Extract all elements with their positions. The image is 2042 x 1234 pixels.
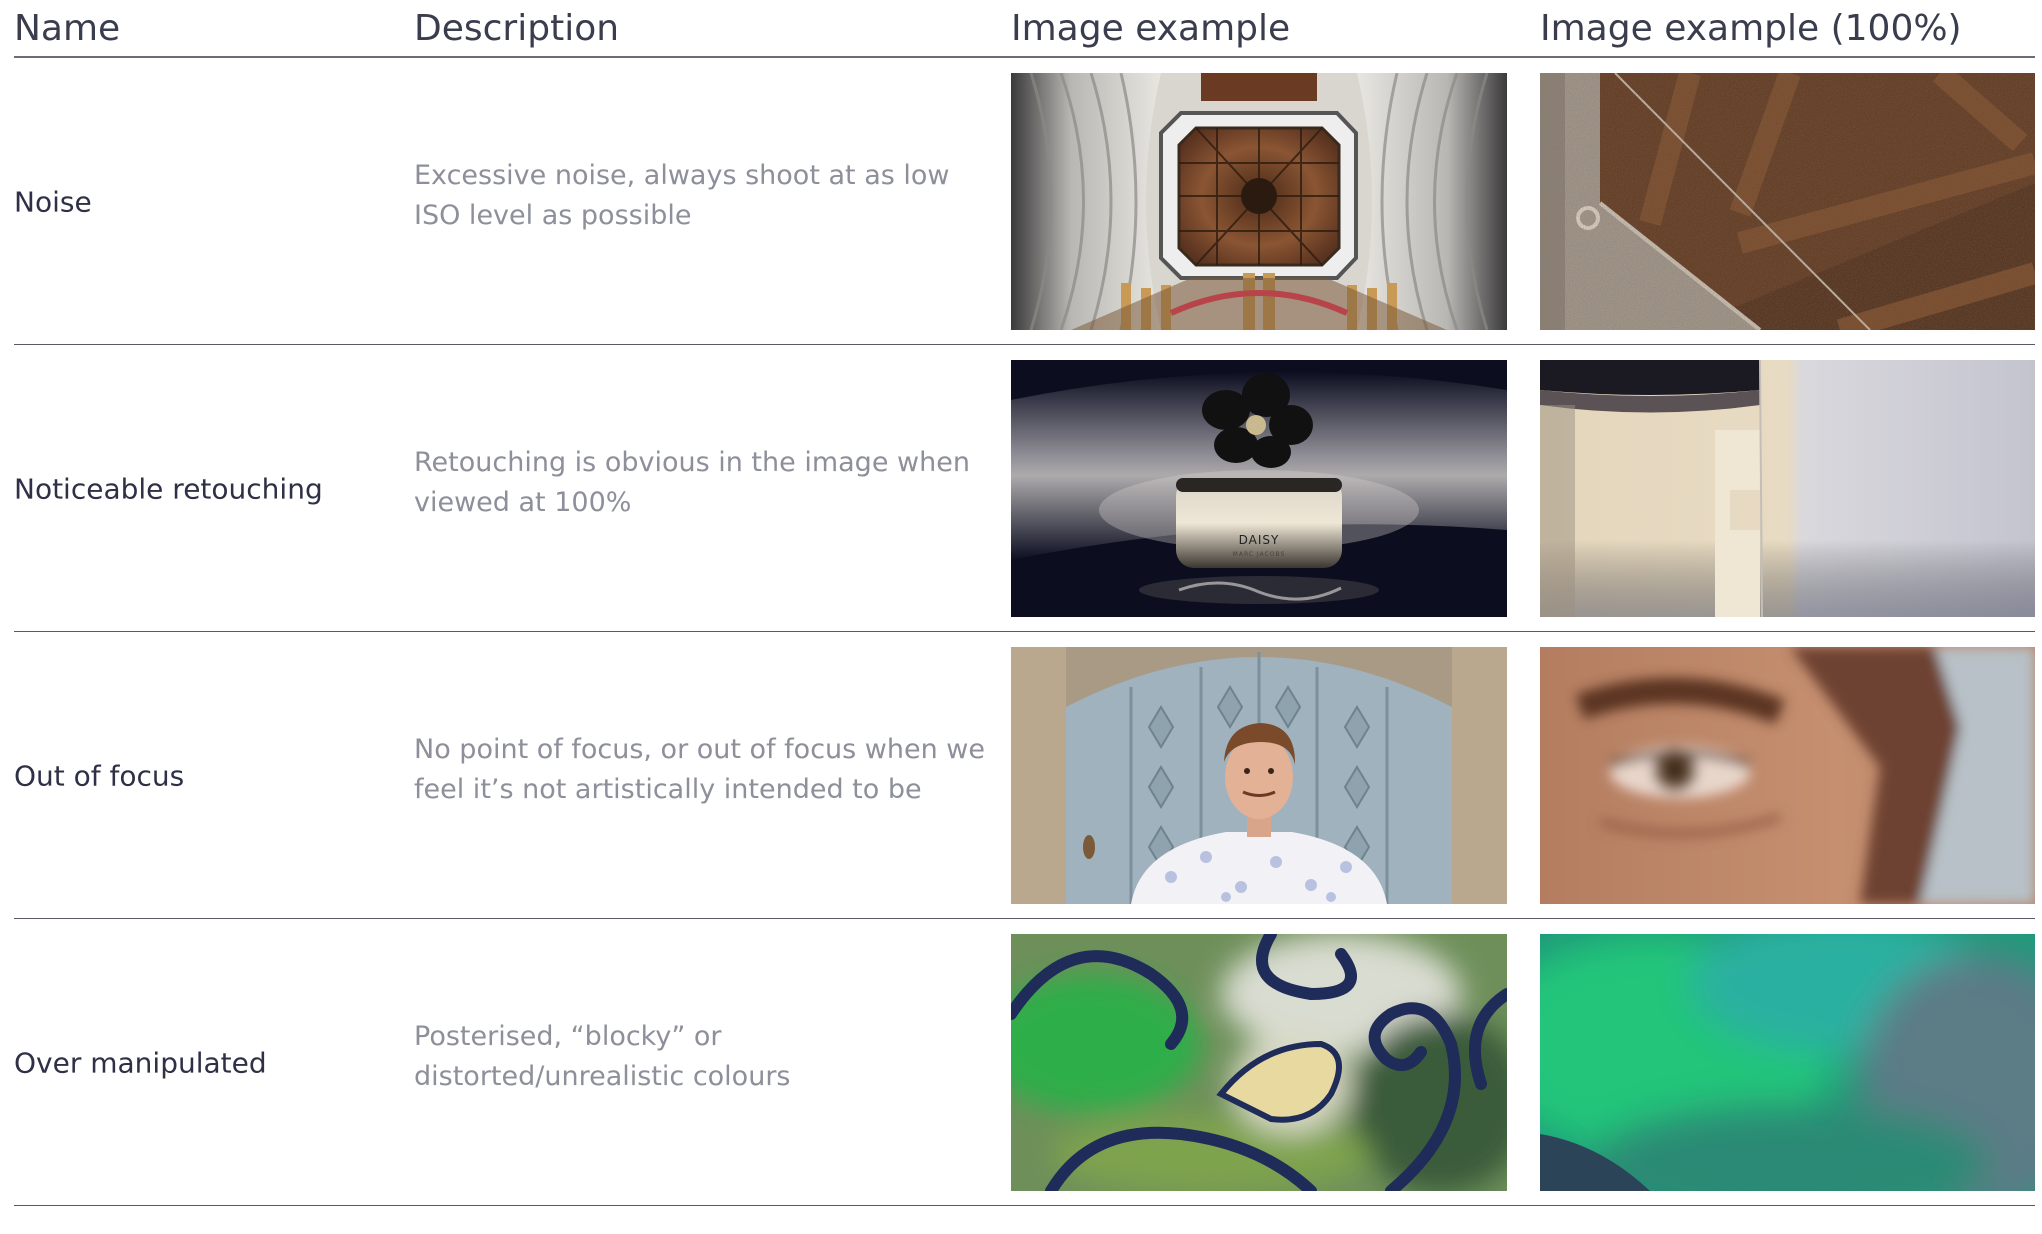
example-image-portrait-door: [1011, 647, 1507, 904]
zoom-image-retouched-bottle: [1540, 360, 2035, 617]
zoom-image-noisy-ceiling: [1540, 73, 2035, 330]
row-description: Retouching is obvious in the image when …: [414, 446, 970, 518]
row-name: Out of focus: [14, 759, 185, 792]
table-row-noticeable-retouching: Noticeable retouching Retouching is obvi…: [0, 345, 2042, 632]
bottle-label: DAISY: [1239, 533, 1280, 547]
image-quality-table: Name Description Image example Image exa…: [0, 0, 2042, 1234]
example-image-perfume-bottle: DAISY MARC JACOBS: [1011, 360, 1507, 617]
zoom-image-blurry-eye: [1540, 647, 2035, 904]
column-header-name: Name: [14, 8, 121, 49]
bottle-sublabel: MARC JACOBS: [1233, 551, 1286, 558]
example-image-cathedral-ceiling: [1011, 73, 1507, 330]
row-description: Excessive noise, always shoot at as low …: [414, 159, 950, 231]
example-image-wrought-iron-gate: [1011, 934, 1507, 1191]
row-name: Noticeable retouching: [14, 472, 323, 505]
table-row-out-of-focus: Out of focus No point of focus, or out o…: [0, 632, 2042, 919]
column-header-image-example: Image example: [1011, 8, 1291, 49]
row-divider: [14, 1205, 2035, 1206]
row-description: No point of focus, or out of focus when …: [414, 733, 985, 805]
table-row-noise: Noise Excessive noise, always shoot at a…: [0, 58, 2042, 345]
column-header-description: Description: [414, 8, 620, 49]
column-header-image-example-100: Image example (100%): [1540, 8, 1962, 49]
row-description: Posterised, “blocky” or distorted/unreal…: [414, 1020, 791, 1092]
row-name: Over manipulated: [14, 1046, 267, 1079]
zoom-image-posterised-background: [1540, 934, 2035, 1191]
table-row-over-manipulated: Over manipulated Posterised, “blocky” or…: [0, 919, 2042, 1206]
row-name: Noise: [14, 185, 92, 218]
